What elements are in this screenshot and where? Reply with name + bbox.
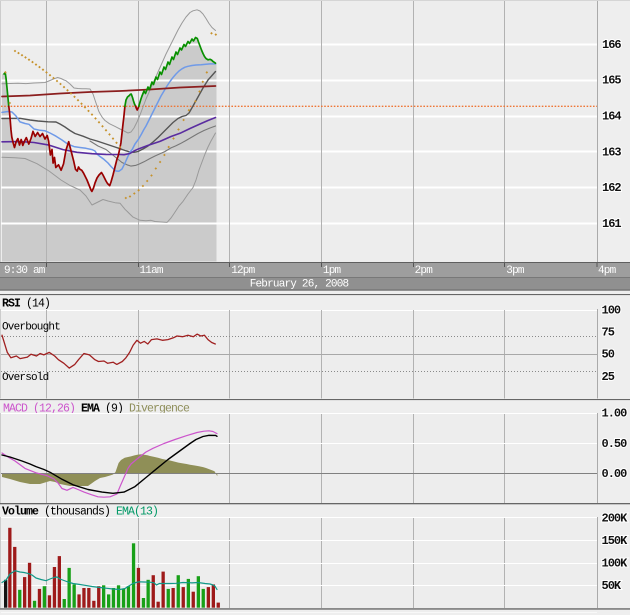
svg-text:11am: 11am [140, 265, 164, 277]
svg-text:12pm: 12pm [231, 265, 255, 277]
svg-text:0.00: 0.00 [602, 467, 628, 481]
svg-text:1pm: 1pm [323, 265, 342, 277]
svg-text:164: 164 [602, 110, 621, 124]
svg-text:Oversold: Oversold [2, 372, 49, 384]
svg-text:100K: 100K [602, 557, 629, 571]
svg-text:50K: 50K [602, 579, 622, 593]
svg-text:200K: 200K [602, 511, 629, 525]
svg-text:100: 100 [602, 304, 621, 318]
svg-text:1.00: 1.00 [602, 407, 628, 421]
svg-text:4pm: 4pm [598, 265, 617, 277]
svg-text:0.50: 0.50 [602, 437, 628, 451]
svg-text:Volume (thousands) EMA(13): Volume (thousands) EMA(13) [2, 506, 158, 519]
svg-text:161: 161 [602, 217, 621, 231]
svg-text:February 26, 2008: February 26, 2008 [250, 278, 349, 290]
svg-text:166: 166 [602, 38, 621, 52]
svg-text:50: 50 [602, 348, 615, 362]
svg-text:75: 75 [602, 326, 615, 340]
svg-text:3pm: 3pm [506, 265, 525, 277]
svg-text:163: 163 [602, 145, 621, 159]
svg-text:2pm: 2pm [415, 265, 434, 277]
svg-text:165: 165 [602, 74, 621, 88]
svg-text:162: 162 [602, 181, 621, 195]
svg-text:150K: 150K [602, 534, 629, 548]
svg-text:25: 25 [602, 370, 615, 384]
svg-text:RSI (14): RSI (14) [2, 298, 50, 311]
svg-text:9:30 am: 9:30 am [4, 265, 46, 277]
svg-text:Overbought: Overbought [2, 322, 60, 334]
